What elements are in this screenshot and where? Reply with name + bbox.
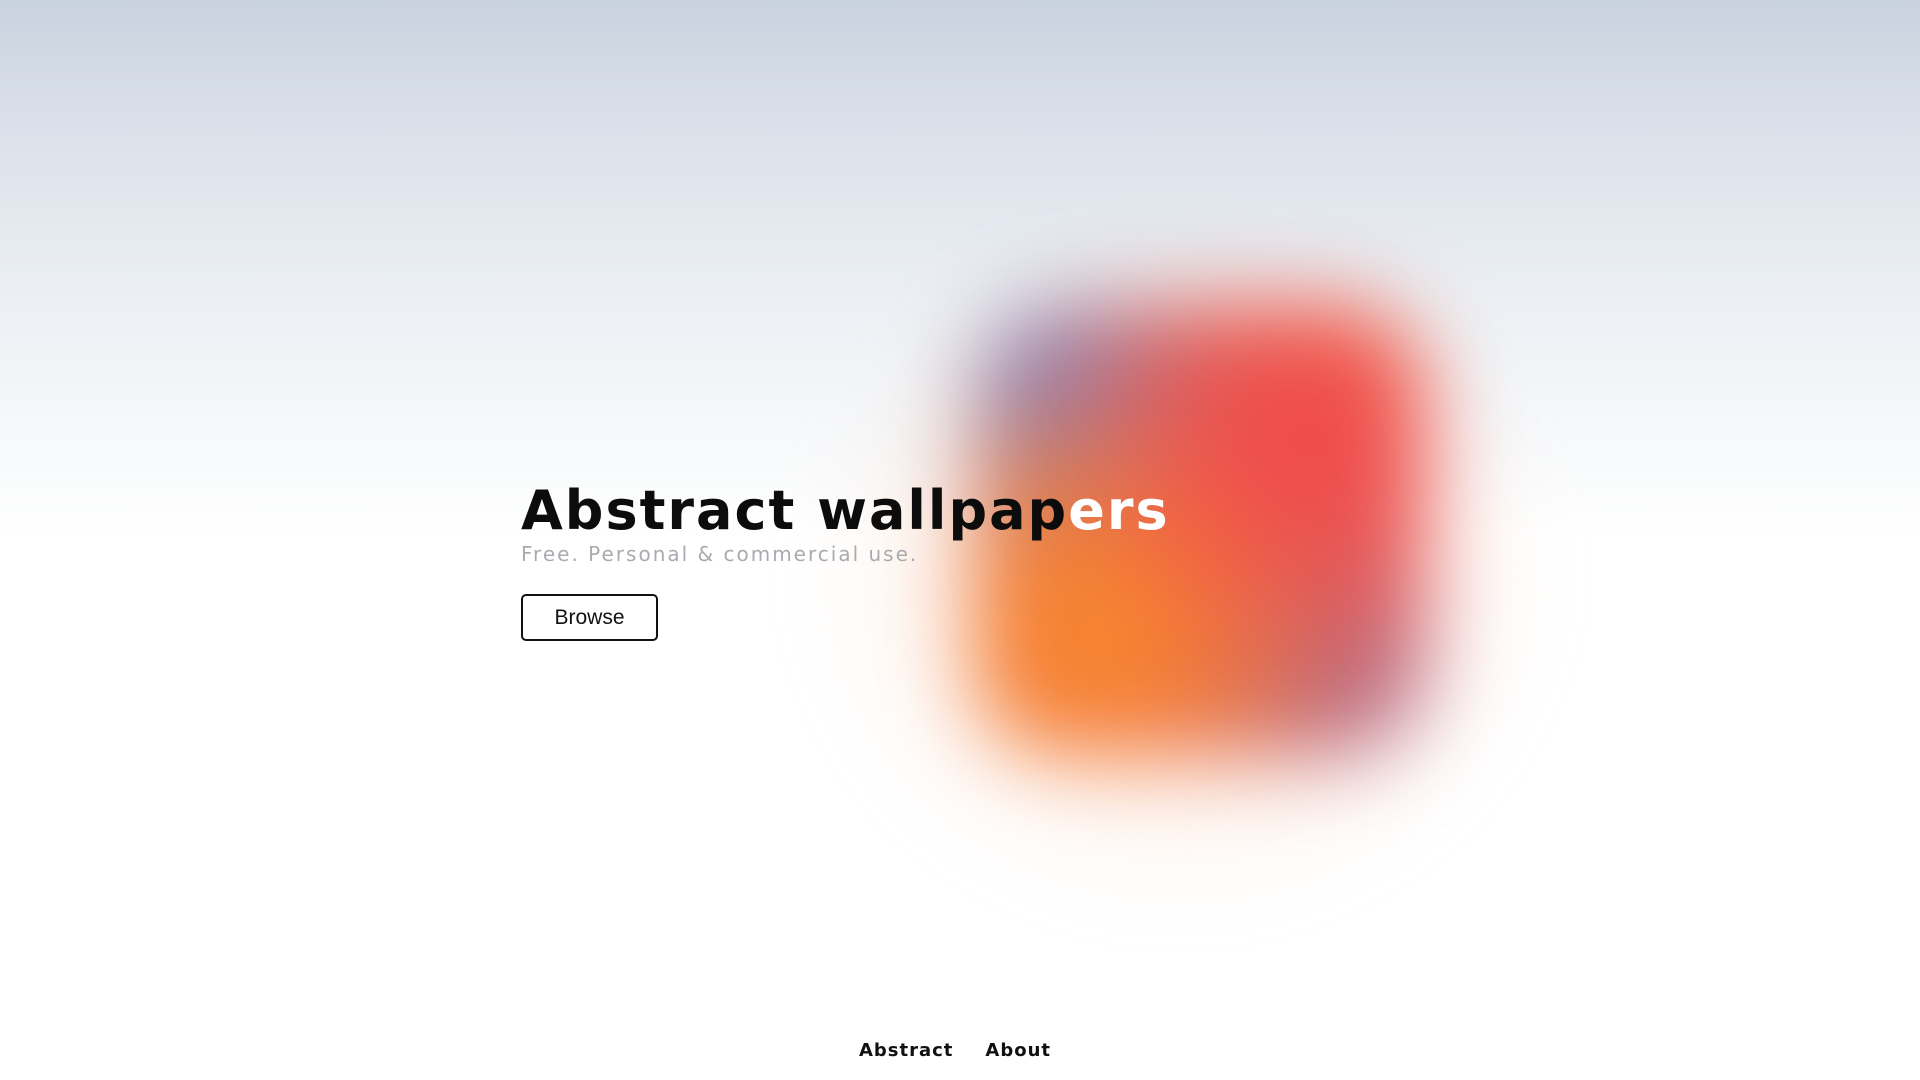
hero: Abstract wallpapers Free. Personal & com… (521, 480, 1170, 641)
hero-title-dark: Abstract wallpap (521, 479, 1069, 542)
hero-title: Abstract wallpapers (521, 480, 1170, 542)
hero-subtitle: Free. Personal & commercial use. (521, 542, 919, 566)
footer-nav: Abstract About (0, 1040, 1920, 1061)
footer-link-about[interactable]: About (985, 1040, 1051, 1061)
hero-title-light: ers (1068, 479, 1170, 542)
blob-halo (800, 220, 1560, 920)
footer-link-abstract[interactable]: Abstract (859, 1040, 953, 1061)
browse-button[interactable]: Browse (521, 594, 658, 641)
